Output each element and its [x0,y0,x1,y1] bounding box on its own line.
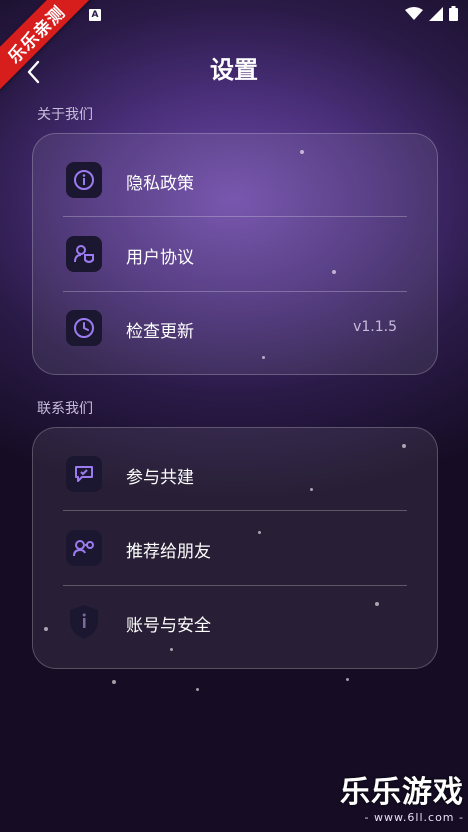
section-label-contact: 联系我们 [37,401,93,417]
star-dot [310,488,313,491]
star-dot [196,688,199,691]
share-friends-icon [66,530,102,566]
row-label: 检查更新 [126,322,194,342]
user-agreement-row[interactable]: 用户协议 [33,217,437,291]
row-label: 隐私政策 [126,174,194,194]
watermark-url: - www.6ll.com - [364,811,464,824]
recommend-friend-row[interactable]: 推荐给朋友 [33,511,437,585]
privacy-policy-row[interactable]: 隐私政策 [33,143,437,217]
star-dot [375,602,379,606]
contact-card: 参与共建 推荐给朋友 账号与安全 [32,427,438,669]
account-security-row[interactable]: 账号与安全 [33,585,437,659]
star-dot [332,270,336,274]
star-dot [44,627,48,631]
star-dot [262,356,265,359]
star-dot [258,531,261,534]
feedback-chat-icon [66,456,102,492]
info-icon [66,162,102,198]
about-card: 隐私政策 用户协议 检查更新 v1.1.5 [32,133,438,375]
row-label: 参与共建 [126,468,194,488]
clock-icon [66,310,102,346]
section-label-about: 关于我们 [37,107,93,123]
row-label: 账号与安全 [126,616,211,636]
star-dot [402,444,406,448]
watermark-title: 乐乐游戏 [340,775,464,810]
star-dot [112,680,116,684]
signal-icon [429,6,443,21]
user-agreement-icon [66,236,102,272]
star-dot [300,150,304,154]
check-update-row[interactable]: 检查更新 v1.1.5 [33,291,437,365]
page-title: 设置 [210,56,258,84]
row-label: 推荐给朋友 [126,542,211,562]
star-dot [170,648,173,651]
shield-icon [66,604,102,640]
version-value: v1.1.5 [353,319,397,335]
star-dot [346,678,349,681]
participate-row[interactable]: 参与共建 [33,437,437,511]
watermark: 乐乐游戏 - www.6ll.com - [340,767,464,824]
row-label: 用户协议 [126,248,194,268]
status-icons [405,6,458,21]
battery-icon [449,6,458,21]
notification-badge: A [89,9,101,21]
wifi-icon [405,6,423,20]
